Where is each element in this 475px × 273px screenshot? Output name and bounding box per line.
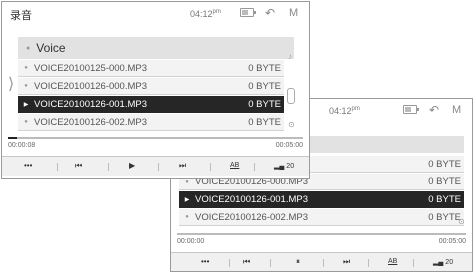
divider [158, 163, 159, 171]
folder-header[interactable]: ● Voice [18, 37, 294, 59]
list-item-selected[interactable]: ▶ VOICE20100126-001.MP3 0 BYTE [179, 191, 464, 208]
file-size: 0 BYTE [428, 158, 461, 170]
clock: 04:12pm [329, 106, 360, 116]
file-size: 0 BYTE [428, 193, 461, 205]
previous-icon[interactable]: ⏮ [243, 257, 250, 267]
divider [229, 259, 230, 267]
file-size: 0 BYTE [248, 116, 281, 128]
elapsed-time: 00:00:08 [8, 142, 36, 149]
folder-bar [309, 136, 464, 153]
previous-icon[interactable]: ⏮ [75, 161, 82, 171]
next-icon[interactable]: ⏭ [179, 161, 186, 171]
back-arrow-icon[interactable]: ↶ [265, 6, 275, 20]
volume-indicator[interactable]: ▂▄ 20 [274, 162, 294, 170]
play-icon[interactable]: ▶ [129, 161, 135, 170]
volume-indicator[interactable]: ▂▄ 20 [433, 258, 453, 266]
play-indicator-icon: ▶ [23, 101, 29, 108]
bullet-icon: ● [24, 83, 28, 89]
scroll-end-icon: ⊙ [288, 120, 295, 129]
divider [254, 163, 255, 171]
scrollbar[interactable] [287, 88, 295, 104]
file-size: 0 BYTE [428, 176, 461, 187]
file-name: VOICE20100126-001.MP3 [34, 98, 148, 110]
scroll-end-icon: ⊙ [458, 217, 465, 226]
list-item-selected[interactable]: ▶ VOICE20100126-001.MP3 0 BYTE [18, 96, 284, 113]
file-size: 0 BYTE [248, 80, 281, 92]
clock: 04:12pm [190, 9, 221, 19]
status-bar: 录音 04:12pm ↶ M [2, 2, 309, 24]
battery-icon [403, 105, 419, 117]
total-time: 00:05:00 [275, 142, 303, 149]
scroll-start-icon: ♪ [288, 52, 292, 61]
playback-controls: ••• ⏮ ⏸ ⏭ AB ▂▄ 20 [171, 252, 472, 271]
divider [413, 259, 414, 267]
list-item[interactable]: ● VOICE20100126-000.MP3 0 BYTE [18, 78, 284, 95]
playback-controls: ••• ⏮ ▶ ⏭ AB ▂▄ 20 [2, 156, 309, 176]
bullet-icon: ● [24, 65, 28, 71]
ab-repeat-button[interactable]: AB [230, 162, 239, 169]
divider [57, 163, 58, 171]
front-recorder-window: 录音 04:12pm ↶ M ● Voice ⟩ ● VOICE20100125… [1, 1, 310, 179]
battery-icon [240, 8, 256, 20]
file-size: 0 BYTE [248, 62, 281, 74]
divider [270, 259, 271, 267]
bullet-icon: ● [24, 119, 28, 125]
more-icon[interactable]: ••• [201, 257, 209, 266]
menu-icon[interactable]: M [289, 7, 298, 19]
folder-bullet-icon: ● [26, 44, 31, 52]
divider [108, 163, 109, 171]
ab-repeat-button[interactable]: AB [388, 258, 397, 265]
list-item[interactable]: ● VOICE20100126-002.MP3 0 BYTE [18, 114, 284, 131]
bullet-icon: ● [185, 178, 189, 185]
volume-bars-icon: ▂▄ [274, 163, 285, 170]
progress-bar[interactable] [177, 233, 466, 235]
folder-name: Voice [36, 41, 66, 55]
chevron-left-icon[interactable]: ⟩ [8, 74, 14, 94]
progress-bar[interactable] [8, 137, 303, 139]
bullet-icon: ● [185, 214, 189, 220]
progress-fill [8, 137, 17, 139]
list-item[interactable]: ● VOICE20100126-002.MP3 0 BYTE [179, 209, 464, 226]
file-size: 0 BYTE [248, 98, 281, 110]
file-name: VOICE20100126-001.MP3 [195, 193, 309, 205]
file-name: VOICE20100126-000.MP3 [34, 80, 148, 92]
divider [368, 259, 369, 267]
app-title: 录音 [10, 10, 32, 22]
divider [210, 163, 211, 171]
total-time: 00:05:00 [438, 238, 466, 245]
volume-bars-icon: ▂▄ [433, 259, 444, 266]
pause-icon[interactable]: ⏸ [296, 257, 300, 267]
file-name: VOICE20100125-000.MP3 [34, 62, 148, 74]
next-icon[interactable]: ⏭ [343, 257, 350, 267]
play-indicator-icon: ▶ [184, 196, 190, 203]
file-name: VOICE20100126-002.MP3 [34, 116, 148, 128]
menu-icon[interactable]: M [452, 104, 461, 116]
more-icon[interactable]: ••• [24, 161, 32, 170]
list-item[interactable]: 0 BYTE [309, 156, 464, 173]
list-item[interactable]: ● VOICE20100125-000.MP3 0 BYTE [18, 60, 284, 77]
elapsed-time: 00:00:00 [177, 238, 205, 245]
back-arrow-icon[interactable]: ↶ [429, 103, 439, 117]
divider [323, 259, 324, 267]
file-name: VOICE20100126-002.MP3 [195, 211, 309, 223]
